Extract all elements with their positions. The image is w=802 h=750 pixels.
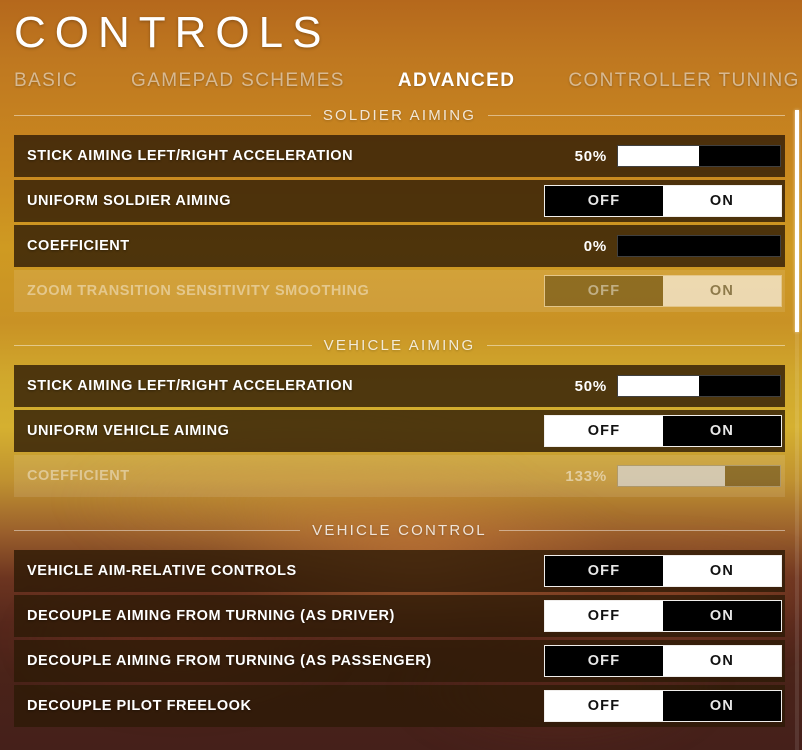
setting-label: DECOUPLE AIMING FROM TURNING (AS DRIVER) — [27, 608, 395, 624]
page-title: CONTROLS — [14, 8, 331, 57]
setting-row-decouple-aiming-from-turning-as-passenger[interactable]: DECOUPLE AIMING FROM TURNING (AS PASSENG… — [14, 640, 785, 682]
setting-label: UNIFORM SOLDIER AIMING — [27, 193, 232, 209]
toggle-control: OFF ON — [544, 415, 782, 447]
setting-control: 50% — [563, 365, 785, 407]
setting-row-coefficient: COEFFICIENT 133% — [14, 455, 785, 497]
setting-row-stick-aiming-left-right-acceleration[interactable]: STICK AIMING LEFT/RIGHT ACCELERATION 50% — [14, 365, 785, 407]
section-divider-vehicle-aiming: VEHICLE AIMING — [14, 336, 786, 354]
setting-control: OFF ON — [544, 595, 785, 637]
tab-basic[interactable]: BASIC — [14, 70, 78, 92]
slider-fill — [618, 466, 725, 486]
slider-value: 133% — [565, 467, 607, 485]
setting-row-coefficient[interactable]: COEFFICIENT 0% — [14, 225, 785, 267]
slider-fill — [618, 376, 699, 396]
scrollbar-track[interactable] — [795, 110, 799, 750]
toggle-option-on[interactable]: ON — [663, 646, 781, 676]
section-title: VEHICLE CONTROL — [312, 521, 487, 539]
toggle-control: OFF ON — [544, 555, 782, 587]
toggle-control: OFF ON — [544, 600, 782, 632]
setting-row-decouple-aiming-from-turning-as-driver[interactable]: DECOUPLE AIMING FROM TURNING (AS DRIVER)… — [14, 595, 785, 637]
slider-value: 0% — [583, 237, 607, 255]
slider-value: 50% — [574, 147, 607, 165]
divider-rule-right — [487, 344, 786, 346]
divider-rule-left — [14, 529, 301, 531]
divider-rule-left — [14, 114, 311, 116]
setting-control: OFF ON — [544, 685, 785, 727]
slider-control: 50% — [563, 145, 785, 167]
setting-label: UNIFORM VEHICLE AIMING — [27, 423, 230, 439]
toggle-option-off[interactable]: OFF — [545, 601, 663, 631]
toggle-option-on[interactable]: ON — [663, 186, 781, 216]
toggle-option-off[interactable]: OFF — [545, 416, 663, 446]
section-title: VEHICLE AIMING — [323, 336, 476, 354]
slider-value: 50% — [574, 377, 607, 395]
setting-control: 133% — [563, 455, 785, 497]
setting-control: OFF ON — [544, 640, 785, 682]
setting-label: COEFFICIENT — [27, 238, 130, 254]
scrollbar-thumb[interactable] — [795, 110, 799, 332]
toggle-control: OFF ON — [544, 645, 782, 677]
toggle-option-on[interactable]: ON — [663, 416, 781, 446]
section-divider-vehicle-control: VEHICLE CONTROL — [14, 521, 786, 539]
toggle-option-on[interactable]: ON — [663, 601, 781, 631]
toggle-option-on: ON — [663, 276, 781, 306]
slider-control: 133% — [563, 465, 785, 487]
tab-controller-tuning[interactable]: CONTROLLER TUNING — [568, 70, 799, 92]
slider-track[interactable] — [617, 375, 781, 397]
settings-screen: CONTROLS BASIC GAMEPAD SCHEMES ADVANCED CON… — [0, 0, 802, 750]
section-title: SOLDIER AIMING — [322, 106, 477, 124]
setting-control: OFF ON — [544, 410, 785, 452]
setting-row-stick-aiming-left-right-acceleration[interactable]: STICK AIMING LEFT/RIGHT ACCELERATION 50% — [14, 135, 785, 177]
setting-label: COEFFICIENT — [27, 468, 130, 484]
slider-control: 0% — [563, 235, 785, 257]
setting-label: ZOOM TRANSITION SENSITIVITY SMOOTHING — [27, 283, 370, 299]
toggle-option-off[interactable]: OFF — [545, 691, 663, 721]
tab-advanced[interactable]: ADVANCED — [398, 70, 515, 92]
toggle-option-on[interactable]: ON — [663, 691, 781, 721]
divider-rule-right — [498, 529, 786, 531]
toggle-control: OFF ON — [544, 690, 782, 722]
toggle-control: OFF ON — [544, 185, 782, 217]
divider-rule-left — [14, 344, 312, 346]
setting-row-zoom-transition-sensitivity-smoothing: ZOOM TRANSITION SENSITIVITY SMOOTHING OFF… — [14, 270, 785, 312]
setting-row-vehicle-aim-relative-controls[interactable]: VEHICLE AIM-RELATIVE CONTROLS OFF ON — [14, 550, 785, 592]
section-divider-soldier-aiming: SOLDIER AIMING — [14, 106, 786, 124]
setting-control: OFF ON — [544, 180, 785, 222]
toggle-control: OFF ON — [544, 275, 782, 307]
slider-control: 50% — [563, 375, 785, 397]
setting-control: OFF ON — [544, 550, 785, 592]
divider-rule-right — [488, 114, 786, 116]
settings-list: SOLDIER AIMING STICK AIMING LEFT/RIGHT AC… — [0, 92, 802, 727]
slider-track — [617, 465, 781, 487]
slider-track[interactable] — [617, 235, 781, 257]
setting-row-uniform-vehicle-aiming[interactable]: UNIFORM VEHICLE AIMING OFF ON — [14, 410, 785, 452]
slider-fill — [618, 146, 699, 166]
setting-label: DECOUPLE AIMING FROM TURNING (AS PASSENG… — [27, 653, 432, 669]
setting-control: 0% — [563, 225, 785, 267]
toggle-option-on[interactable]: ON — [663, 556, 781, 586]
setting-row-decouple-pilot-freelook[interactable]: DECOUPLE PILOT FREELOOK OFF ON — [14, 685, 785, 727]
setting-label: VEHICLE AIM-RELATIVE CONTROLS — [27, 563, 297, 579]
setting-label: DECOUPLE PILOT FREELOOK — [27, 698, 252, 714]
setting-control: 50% — [563, 135, 785, 177]
setting-control: OFF ON — [544, 270, 785, 312]
tab-gamepad-schemes[interactable]: GAMEPAD SCHEMES — [131, 70, 345, 92]
toggle-option-off[interactable]: OFF — [545, 186, 663, 216]
tab-bar: BASIC GAMEPAD SCHEMES ADVANCED CONTROLLER T… — [0, 58, 802, 92]
slider-track[interactable] — [617, 145, 781, 167]
setting-label: STICK AIMING LEFT/RIGHT ACCELERATION — [27, 378, 354, 394]
setting-label: STICK AIMING LEFT/RIGHT ACCELERATION — [27, 148, 354, 164]
toggle-option-off[interactable]: OFF — [545, 556, 663, 586]
toggle-option-off: OFF — [545, 276, 663, 306]
setting-row-uniform-soldier-aiming[interactable]: UNIFORM SOLDIER AIMING OFF ON — [14, 180, 785, 222]
toggle-option-off[interactable]: OFF — [545, 646, 663, 676]
